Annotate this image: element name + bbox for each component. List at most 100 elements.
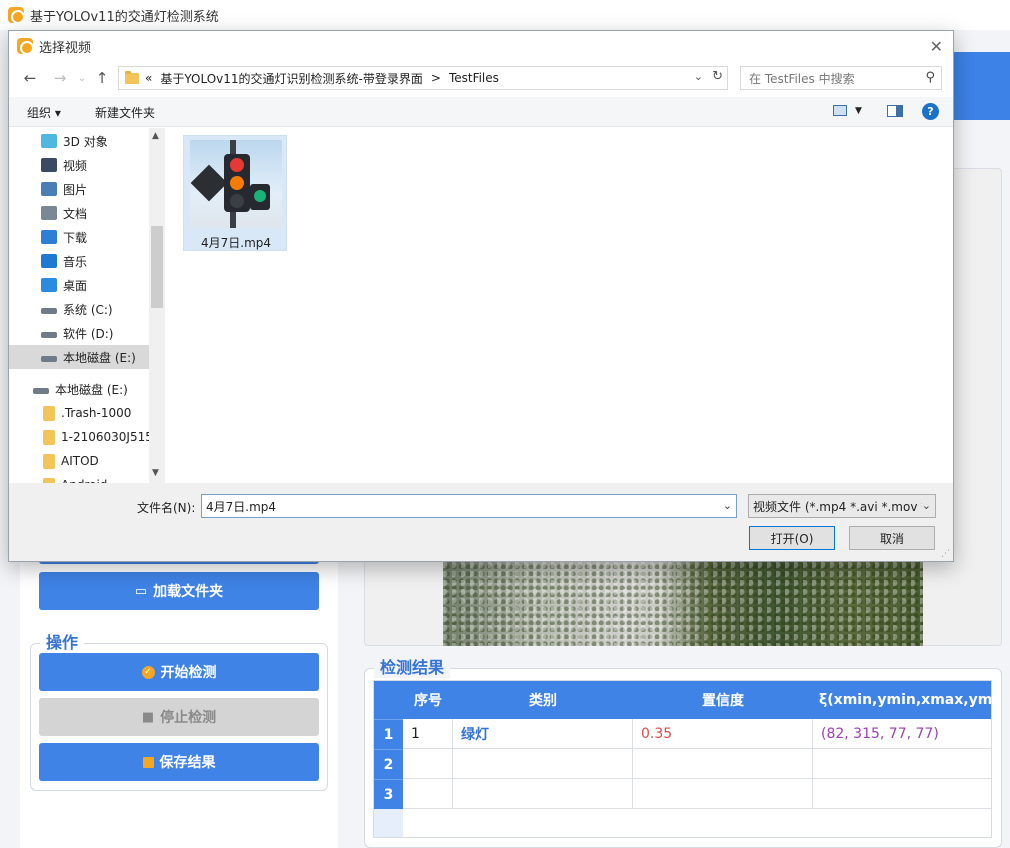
navigation-bar: ← → ⌄ ↑ « 基于YOLOv11的交通灯识别检测系统-带登录界面 > Te… bbox=[9, 63, 953, 93]
tree-item-label: 软件 (D:) bbox=[63, 326, 114, 341]
operations-title: 操作 bbox=[40, 629, 85, 653]
arrow-signal-icon bbox=[250, 184, 270, 210]
search-box[interactable]: 在 TestFiles 中搜索 ⚲ bbox=[740, 66, 942, 90]
back-arrow-icon[interactable]: ← bbox=[19, 67, 41, 89]
tree-item-label: 本地磁盘 (E:) bbox=[55, 382, 128, 397]
video-thumbnail bbox=[190, 140, 282, 228]
cancel-button[interactable]: 取消 bbox=[849, 526, 935, 550]
tree-item[interactable]: 音乐 bbox=[9, 249, 149, 273]
tree-item[interactable]: 本地磁盘 (E:) bbox=[9, 345, 149, 369]
folder-icon: ▭ bbox=[134, 583, 148, 599]
start-detection-button[interactable]: ✓ 开始检测 bbox=[39, 653, 319, 691]
tree-item[interactable]: 系统 (C:) bbox=[9, 297, 149, 321]
dialog-title: 选择视频 bbox=[39, 40, 92, 56]
column-header-class[interactable]: 类别 bbox=[453, 681, 633, 719]
column-header-bbox[interactable]: ξ(xmin,ymin,xmax,ym bbox=[813, 681, 991, 719]
breadcrumb-parent[interactable]: 基于YOLOv11的交通灯识别检测系统-带登录界面 bbox=[160, 70, 423, 87]
dialog-logo-icon bbox=[17, 38, 34, 55]
table-cell-seq[interactable] bbox=[403, 749, 453, 779]
check-circle-icon: ✓ bbox=[141, 665, 155, 679]
view-mode-icon[interactable] bbox=[833, 105, 847, 116]
resize-grip-icon[interactable]: ⋰ bbox=[941, 549, 950, 559]
stop-detection-button[interactable]: ■ 停止检测 bbox=[39, 698, 319, 736]
tree-item[interactable]: 桌面 bbox=[9, 273, 149, 297]
row-index: 3 bbox=[374, 779, 403, 809]
filetype-select[interactable]: 视频文件 (*.mp4 *.avi *.mov * ⌄ bbox=[748, 494, 936, 518]
tree-item[interactable]: 3D 对象 bbox=[9, 129, 149, 153]
save-results-button[interactable]: 保存结果 bbox=[39, 743, 319, 781]
column-header-seq[interactable]: 序号 bbox=[403, 681, 453, 719]
tree-item[interactable]: 本地磁盘 (E:) bbox=[9, 377, 149, 401]
breadcrumb-overflow[interactable]: « bbox=[145, 71, 152, 85]
table-cell-class[interactable]: 绿灯 bbox=[453, 719, 633, 749]
file-name: 4月7日.mp4 bbox=[200, 236, 272, 250]
stop-detection-label: 停止检测 bbox=[160, 710, 217, 726]
table-cell-seq[interactable] bbox=[403, 779, 453, 809]
table-cell-class[interactable] bbox=[453, 749, 633, 779]
music-icon bbox=[41, 254, 57, 268]
dialog-footer: 文件名(N): 4月7日.mp4 ⌄ 视频文件 (*.mp4 *.avi *.m… bbox=[9, 483, 953, 561]
address-dropdown-icon[interactable]: ⌄ bbox=[694, 70, 703, 83]
start-detection-label: 开始检测 bbox=[160, 665, 217, 681]
preview-pane-icon[interactable] bbox=[887, 105, 903, 117]
table-cell-confidence[interactable] bbox=[633, 749, 813, 779]
breadcrumb-current[interactable]: TestFiles bbox=[449, 71, 499, 85]
help-icon[interactable]: ? bbox=[922, 103, 939, 120]
results-title: 检测结果 bbox=[374, 654, 451, 678]
view-dropdown-icon[interactable]: ▼ bbox=[855, 106, 862, 116]
up-arrow-icon[interactable]: ↑ bbox=[91, 67, 113, 89]
filetype-dropdown-icon[interactable]: ⌄ bbox=[921, 499, 931, 512]
organize-menu[interactable]: 组织 ▾ bbox=[27, 104, 61, 121]
filename-input[interactable]: 4月7日.mp4 ⌄ bbox=[201, 494, 737, 518]
tree-item-label: 3D 对象 bbox=[63, 134, 108, 149]
tree-item-label: 本地磁盘 (E:) bbox=[63, 350, 136, 365]
filename-value: 4月7日.mp4 bbox=[206, 499, 277, 514]
tree-item[interactable]: 1-2106030J515 bbox=[9, 425, 153, 449]
navigation-scrollbar[interactable]: ▲ ▼ bbox=[149, 128, 165, 483]
table-cell-confidence[interactable]: 0.35 bbox=[633, 719, 813, 749]
app-titlebar: 基于YOLOv11的交通灯检测系统 bbox=[0, 0, 1010, 30]
scroll-down-icon[interactable]: ▼ bbox=[152, 468, 159, 478]
table-cell-bbox[interactable] bbox=[813, 749, 991, 779]
refresh-icon[interactable]: ↻ bbox=[712, 69, 723, 84]
chevron-down-icon[interactable]: ⌄ bbox=[71, 67, 93, 89]
table-cell-bbox[interactable] bbox=[813, 779, 991, 809]
file-item[interactable]: 4月7日.mp4 bbox=[183, 135, 287, 251]
table-row-header-filler bbox=[374, 809, 403, 837]
scroll-up-icon[interactable]: ▲ bbox=[152, 131, 159, 141]
table-cell-confidence[interactable] bbox=[633, 779, 813, 809]
cube-icon bbox=[41, 134, 57, 148]
select-video-dialog: 选择视频 ✕ ← → ⌄ ↑ « 基于YOLOv11的交通灯识别检测系统-带登录… bbox=[8, 30, 954, 562]
drive-icon bbox=[41, 332, 57, 338]
table-cell-class[interactable] bbox=[453, 779, 633, 809]
scroll-thumb[interactable] bbox=[151, 226, 163, 308]
load-folder-button[interactable]: ▭ 加载文件夹 bbox=[39, 572, 319, 610]
tree-item[interactable]: 软件 (D:) bbox=[9, 321, 149, 345]
column-header-confidence[interactable]: 置信度 bbox=[633, 681, 813, 719]
open-button[interactable]: 打开(O) bbox=[749, 526, 835, 550]
filename-label: 文件名(N): bbox=[137, 501, 196, 515]
address-bar[interactable]: « 基于YOLOv11的交通灯识别检测系统-带登录界面 > TestFiles … bbox=[118, 66, 728, 90]
search-icon[interactable]: ⚲ bbox=[925, 70, 935, 85]
tree-item[interactable]: 文档 bbox=[9, 201, 149, 225]
download-icon bbox=[41, 230, 57, 244]
amber-lamp bbox=[230, 176, 244, 190]
tree-item[interactable]: Android bbox=[9, 473, 149, 483]
tree-item[interactable]: 视频 bbox=[9, 153, 149, 177]
dialog-titlebar: 选择视频 bbox=[9, 31, 953, 61]
close-icon[interactable]: ✕ bbox=[930, 37, 943, 56]
red-lamp bbox=[230, 158, 244, 172]
stop-icon: ■ bbox=[141, 709, 155, 725]
tree-item[interactable]: AITOD bbox=[9, 449, 149, 473]
table-cell-seq[interactable]: 1 bbox=[403, 719, 453, 749]
tree-item-label: 音乐 bbox=[63, 254, 88, 269]
results-table: 序号 类别 置信度 ξ(xmin,ymin,xmax,ym 1 1 绿灯 0.3… bbox=[373, 680, 992, 838]
video-icon bbox=[41, 158, 57, 172]
filename-dropdown-icon[interactable]: ⌄ bbox=[723, 499, 732, 512]
table-cell-bbox[interactable]: (82, 315, 77, 77) bbox=[813, 719, 991, 749]
forward-arrow-icon[interactable]: → bbox=[49, 67, 71, 89]
tree-item[interactable]: 图片 bbox=[9, 177, 149, 201]
tree-item[interactable]: 下载 bbox=[9, 225, 149, 249]
tree-item[interactable]: .Trash-1000 bbox=[9, 401, 149, 425]
new-folder-button[interactable]: 新建文件夹 bbox=[95, 104, 155, 121]
